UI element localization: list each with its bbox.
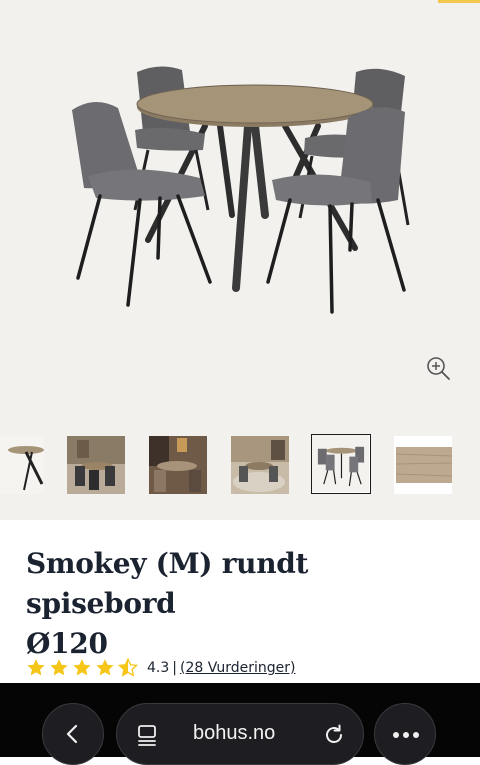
rating-separator: | — [172, 660, 177, 676]
address-bar[interactable]: bohus.no — [116, 703, 364, 765]
rating-stars — [26, 658, 138, 678]
product-title-line1: Smokey (M) rundt spisebord — [26, 547, 309, 620]
product-image-area[interactable] — [0, 0, 480, 520]
zoom-icon[interactable] — [425, 355, 451, 381]
thumbnail-strip[interactable] — [0, 432, 480, 498]
product-image[interactable] — [0, 0, 480, 420]
more-button[interactable] — [374, 703, 436, 765]
back-button[interactable] — [42, 703, 104, 765]
star-icon — [27, 659, 45, 676]
thumbnail-dining-room-2[interactable] — [149, 436, 207, 494]
thumbnail-dining-room-3[interactable] — [231, 436, 289, 494]
browser-toolbar: bohus.no — [0, 683, 480, 765]
more-icon — [393, 732, 419, 738]
star-half-icon — [118, 658, 138, 677]
star-icon — [96, 659, 114, 676]
back-icon — [66, 724, 78, 744]
url-text[interactable]: bohus.no — [193, 722, 275, 745]
thumbnail-table-set-selected[interactable] — [311, 434, 371, 494]
product-title: Smokey (M) rundt spisebord Ø120 — [26, 544, 456, 664]
reload-icon[interactable] — [322, 723, 346, 747]
product-info: Smokey (M) rundt spisebord Ø120 4.3 | (2… — [0, 520, 480, 683]
thumbnail-wood-texture[interactable] — [394, 436, 452, 494]
rating-value: 4.3 — [147, 660, 170, 676]
star-icon — [50, 659, 68, 676]
tabs-icon[interactable] — [135, 723, 159, 747]
thumbnail-table-closeup[interactable] — [0, 436, 44, 494]
star-icon — [73, 659, 91, 676]
rating-row: 4.3 | (28 Vurderinger) — [26, 656, 295, 680]
thumbnail-dining-room-1[interactable] — [67, 436, 125, 494]
reviews-link[interactable]: (28 Vurderinger) — [180, 660, 295, 676]
